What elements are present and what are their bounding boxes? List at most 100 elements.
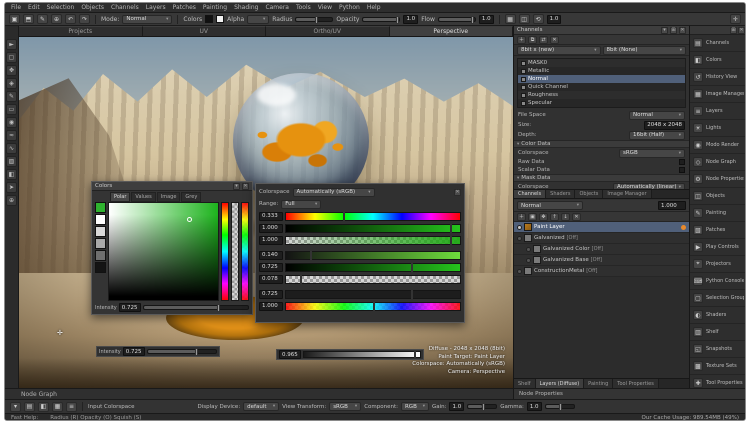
spectrum-alpha-slider[interactable]: [285, 302, 461, 311]
floating-value-gradient[interactable]: [303, 351, 421, 358]
blue-gradient-slider[interactable]: [285, 275, 461, 284]
palette-button-node-properties[interactable]: ⚙Node Properties: [690, 171, 746, 188]
grid-icon[interactable]: ▤: [24, 402, 35, 412]
tab-ortho-uv[interactable]: Ortho/UV: [266, 26, 390, 36]
marquee-select-tool-button[interactable]: ▢: [6, 52, 17, 63]
remove-channel-icon[interactable]: ✕: [550, 36, 559, 44]
palette-button-shaders[interactable]: ◐Shaders: [690, 307, 746, 324]
layer-visibility-toggle[interactable]: [517, 236, 522, 241]
tab-grey[interactable]: Grey: [181, 192, 201, 202]
foreground-color-swatch[interactable]: [205, 15, 213, 23]
move-layer-icon[interactable]: ✥: [539, 213, 548, 221]
select-tool-button[interactable]: ►: [6, 39, 17, 50]
projection-icon[interactable]: ◫: [519, 14, 530, 24]
layer-visibility-toggle[interactable]: [526, 258, 531, 263]
layer-visibility-toggle[interactable]: [517, 269, 522, 274]
gain-slider[interactable]: [467, 404, 497, 409]
menu-view[interactable]: View: [318, 4, 332, 11]
saturation-gradient-slider[interactable]: [285, 224, 461, 233]
menu-edit[interactable]: Edit: [28, 4, 40, 11]
bottom-tab-tool-properties[interactable]: Tool Properties: [613, 379, 659, 388]
brush-icon[interactable]: ✎: [37, 14, 48, 24]
alpha-strip[interactable]: [231, 202, 239, 301]
alpha-gradient-slider[interactable]: [285, 236, 461, 245]
alpha-dropdown[interactable]: [247, 15, 269, 24]
layer-down-icon[interactable]: ↓: [561, 213, 570, 221]
layer-row-constructionmetal[interactable]: ConstructionMetal [Off]: [514, 266, 689, 277]
channels-panel-header[interactable]: Channels: [514, 26, 689, 35]
palette-button-play-controls[interactable]: ▶Play Controls: [690, 239, 746, 256]
gamma-field[interactable]: 1.0: [527, 402, 542, 411]
floating-value-field[interactable]: 0.965: [279, 350, 301, 359]
smear-tool-button[interactable]: ∿: [6, 143, 17, 154]
zoom-tool-button[interactable]: ⊕: [6, 195, 17, 206]
bottom-tab-layers-diffuse[interactable]: Layers (Diffuse): [536, 379, 585, 388]
intensity-field[interactable]: 0.725: [119, 303, 141, 312]
channels-view-icon[interactable]: ≡: [66, 402, 77, 412]
channel-row[interactable]: MASK0: [518, 59, 685, 67]
palette-button-painting[interactable]: ✎Painting: [690, 205, 746, 222]
green-gradient-slider[interactable]: [285, 263, 461, 272]
symmetry-icon[interactable]: ▦: [505, 14, 516, 24]
channel-colorspace-dropdown[interactable]: sRGB: [619, 149, 685, 158]
palette-button-texture-sets[interactable]: ▩Texture Sets: [690, 358, 746, 375]
tab-image[interactable]: Image: [157, 192, 181, 202]
component-dropdown[interactable]: RGB: [401, 402, 429, 411]
menu-tools[interactable]: Tools: [296, 4, 311, 11]
white-swatch[interactable]: [95, 214, 106, 225]
floating-intensity-field[interactable]: 0.725: [123, 347, 145, 356]
palette-button-python-console[interactable]: ⌨Python Console: [690, 273, 746, 290]
color-picker-cursor[interactable]: [187, 217, 192, 222]
display-device-dropdown[interactable]: default: [243, 402, 279, 411]
paint-tool-button[interactable]: ✎: [6, 91, 17, 102]
paint-mode-dropdown[interactable]: Normal: [122, 15, 172, 24]
tab-perspective[interactable]: Perspective: [390, 26, 514, 36]
channel-row[interactable]: Specular: [518, 99, 685, 107]
add-layer-icon[interactable]: ＋: [517, 213, 526, 221]
clone-stamp-tool-button[interactable]: ◉: [6, 117, 17, 128]
red-gradient-slider[interactable]: [285, 251, 461, 260]
channel-fill-dropdown[interactable]: 8bit (None): [603, 46, 687, 55]
warp-tool-button[interactable]: ◈: [6, 78, 17, 89]
palette-button-objects[interactable]: ◫Objects: [690, 188, 746, 205]
save-icon[interactable]: ⬒: [23, 14, 34, 24]
menu-python[interactable]: Python: [339, 4, 360, 11]
palette-button-layers[interactable]: ≡Layers: [690, 103, 746, 120]
eraser-tool-button[interactable]: ▭: [6, 104, 17, 115]
canvas-menu-icon[interactable]: ▾: [10, 402, 21, 412]
dark-grey-swatch[interactable]: [95, 250, 106, 261]
hue-alpha-strip[interactable]: [241, 202, 249, 301]
wireframe-icon[interactable]: ▦: [52, 402, 63, 412]
panel-close-icon[interactable]: [454, 189, 461, 196]
snap-icon[interactable]: ✛: [730, 14, 741, 24]
palette-button-shelf[interactable]: ▥Shelf: [690, 324, 746, 341]
channels-menu-icon[interactable]: [661, 27, 668, 34]
flow-field[interactable]: 1.0: [479, 15, 494, 24]
black-swatch[interactable]: [95, 262, 106, 273]
colorspace-dropdown[interactable]: Automatically (sRGB): [293, 188, 375, 197]
palette-button-selection-groups[interactable]: ▢Selection Groups: [690, 290, 746, 307]
opacity-slider[interactable]: [362, 17, 400, 22]
flow-slider[interactable]: [438, 17, 476, 22]
node-properties-bar[interactable]: Node Properties: [513, 388, 746, 399]
hue-gradient-slider[interactable]: [285, 212, 461, 221]
channel-row-selected[interactable]: Normal: [518, 75, 685, 83]
radius-slider[interactable]: [295, 17, 333, 22]
opacity-field[interactable]: 1.0: [403, 15, 418, 24]
menu-file[interactable]: File: [11, 4, 21, 11]
palette-menu-icon[interactable]: [233, 183, 240, 190]
palette-button-snapshots[interactable]: ◱Snapshots: [690, 341, 746, 358]
layer-up-icon[interactable]: ↑: [550, 213, 559, 221]
menu-shading[interactable]: Shading: [234, 4, 258, 11]
palette-button-colors[interactable]: ◧Colors: [690, 52, 746, 69]
tab-uv[interactable]: UV: [143, 26, 267, 36]
add-channel-icon[interactable]: ＋: [517, 36, 526, 44]
panel-tab-shaders[interactable]: Shaders: [546, 190, 575, 198]
node-graph-bar[interactable]: Node Graph: [5, 388, 513, 399]
blur-tool-button[interactable]: ≈: [6, 130, 17, 141]
layer-opacity-field[interactable]: 1.000: [658, 201, 686, 210]
colors-palette-header[interactable]: Colors: [92, 182, 252, 191]
scalar-data-checkbox[interactable]: [679, 167, 685, 173]
menu-selection[interactable]: Selection: [47, 4, 75, 11]
grey-swatch[interactable]: [95, 238, 106, 249]
